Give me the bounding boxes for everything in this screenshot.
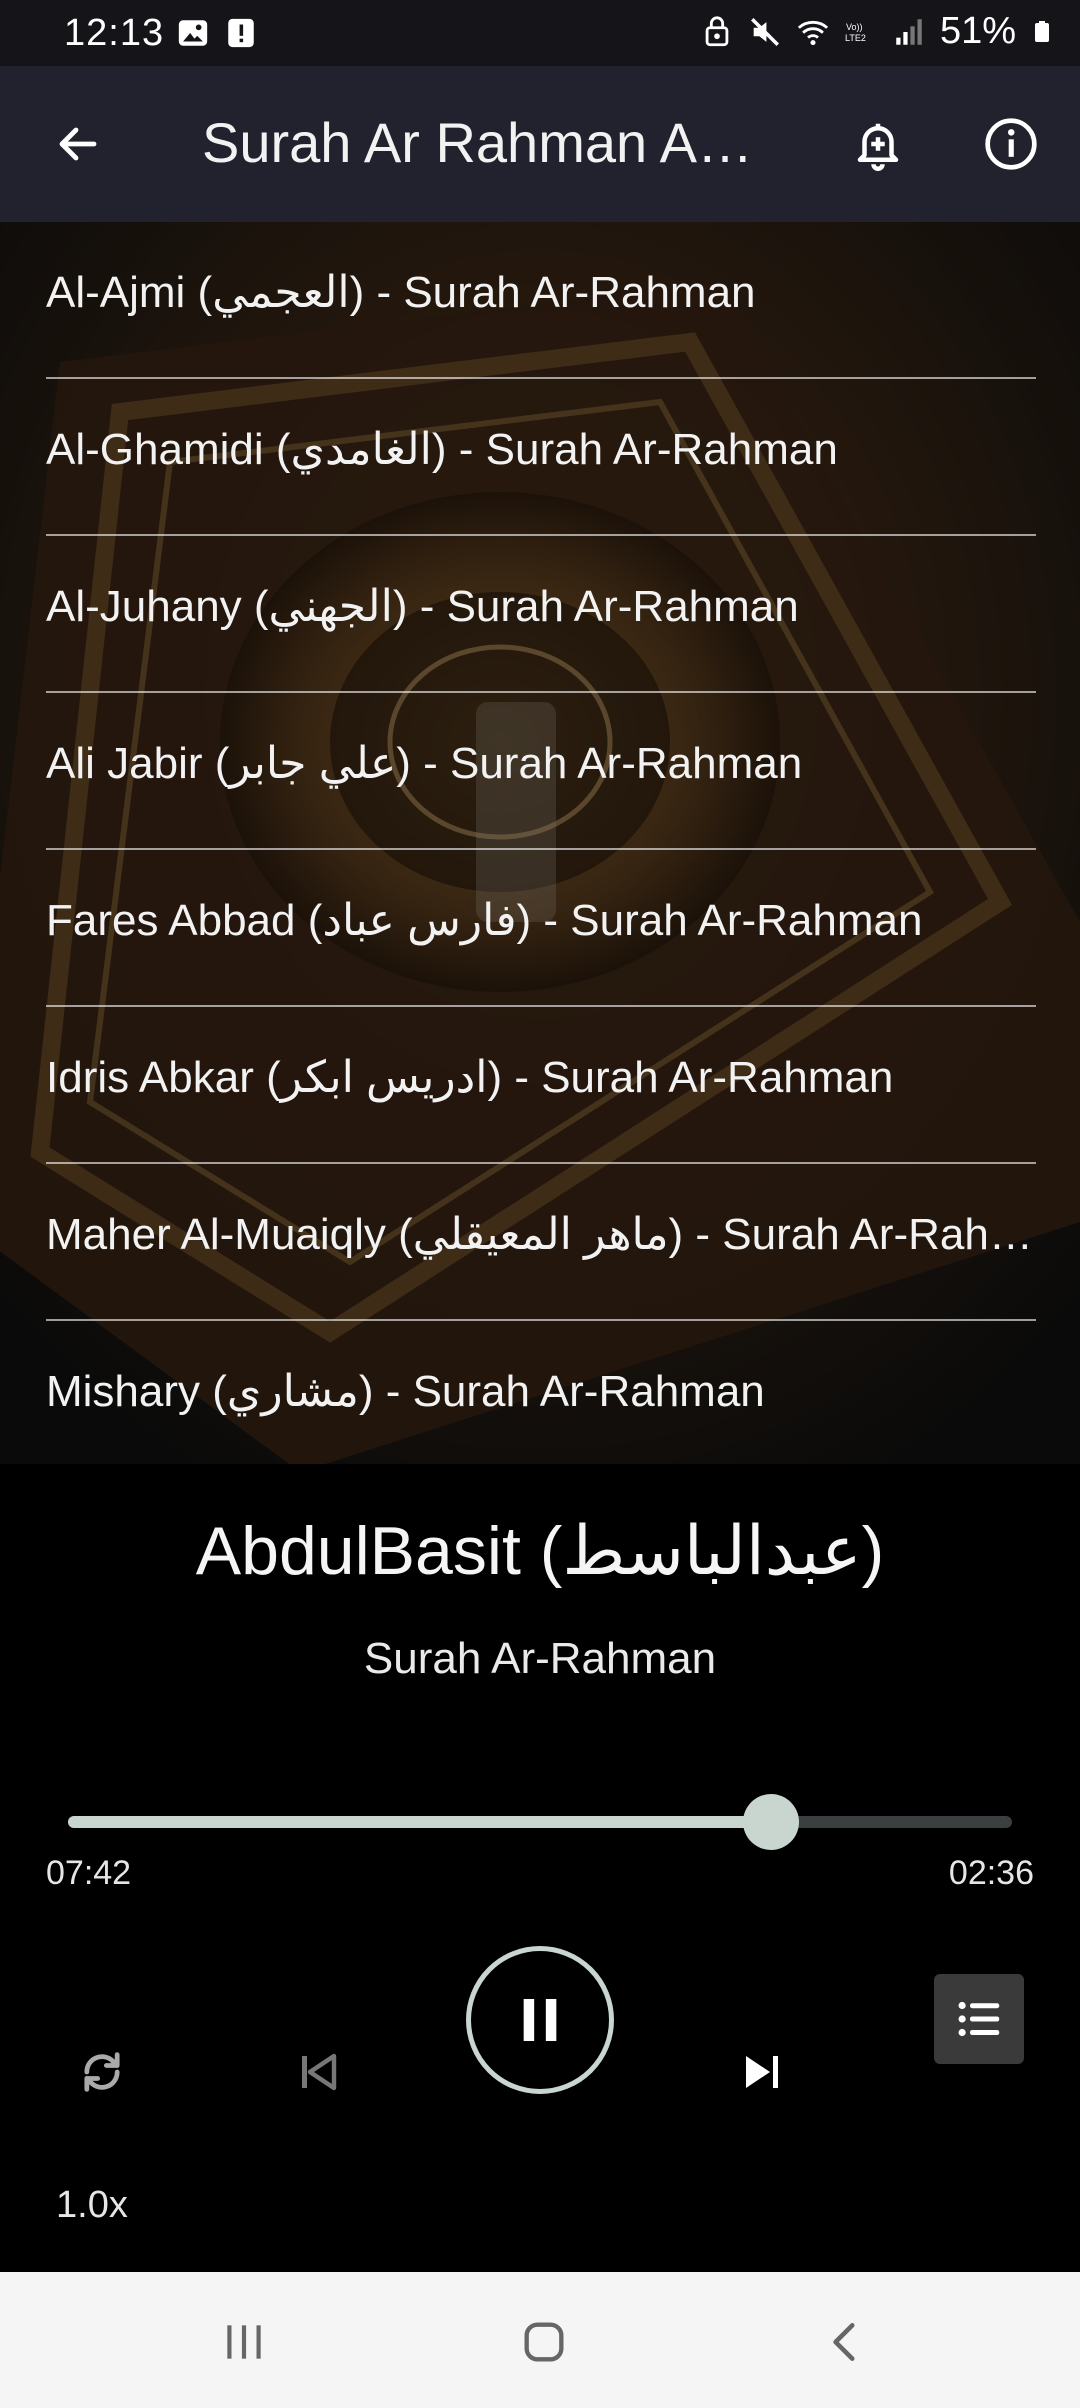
reciter-list-item[interactable]: Maher Al-Muaiqly (ماهر المعيقلي) - Surah… [46, 1164, 1036, 1321]
recent-apps-icon [227, 2325, 261, 2359]
reciter-list-section: Al-Ajmi (العجمي) - Surah Ar-Rahman Al-Gh… [0, 222, 1080, 1472]
now-playing-surah: Surah Ar-Rahman [363, 1634, 717, 1683]
app-bar: Surah Ar Rahman Au... [0, 66, 1080, 222]
audio-player: AbdulBasit (عبدالباسط) Surah Ar-Rahman 0… [0, 1464, 1080, 2272]
home-button[interactable] [484, 2302, 604, 2382]
info-button[interactable] [975, 108, 1047, 180]
repeat-icon [84, 2052, 120, 2092]
reciter-list-item[interactable]: Al-Juhany (الجهني) - Surah Ar-Rahman [46, 536, 1036, 693]
info-icon [985, 118, 1037, 170]
repeat-button[interactable] [62, 2032, 142, 2112]
reciter-list-item[interactable]: Fares Abbad (فارس عباد) - Surah Ar-Rahma… [46, 850, 1036, 1007]
playlist-icon [958, 2001, 1000, 2037]
page-title: Surah Ar Rahman Au... [202, 111, 762, 174]
status-time: 12:13 [64, 12, 165, 54]
image-icon [178, 20, 208, 46]
playback-speed[interactable]: 1.0x [56, 2184, 128, 2227]
bell-plus-icon [857, 123, 899, 171]
signal-icon [896, 18, 922, 45]
pause-button[interactable] [466, 1946, 614, 2094]
vpn-icon [705, 16, 729, 46]
wifi-icon [797, 20, 829, 45]
back-nav-button[interactable] [786, 2302, 906, 2382]
add-alarm-button[interactable] [842, 108, 914, 180]
remaining-time: 02:36 [948, 1854, 1034, 1892]
skip-next-icon [746, 2056, 778, 2088]
reciter-list-item[interactable]: Mishary (مشاري) - Surah Ar-Rahman [46, 1321, 1036, 1472]
volte-icon: Vo))LTE2 [845, 22, 866, 43]
skip-previous-icon [302, 2053, 337, 2091]
reciter-list: Al-Ajmi (العجمي) - Surah Ar-Rahman Al-Gh… [0, 222, 1080, 1464]
svg-text:Vo)): Vo)) [846, 22, 863, 32]
playlist-button[interactable] [934, 1974, 1024, 2064]
reciter-list-item[interactable]: Al-Ajmi (العجمي) - Surah Ar-Rahman [46, 222, 1036, 379]
battery-icon [1035, 20, 1049, 42]
battery-percent: 51% [939, 10, 1016, 52]
reciter-list-item[interactable]: Al-Ghamidi (الغامدي) - Surah Ar-Rahman [46, 379, 1036, 536]
next-button[interactable] [722, 2032, 802, 2112]
reciter-list-item[interactable]: Ali Jabir (علي جابر) - Surah Ar-Rahman [46, 693, 1036, 850]
elapsed-time: 07:42 [46, 1854, 132, 1892]
seek-bar-thumb[interactable] [743, 1794, 800, 1850]
system-navigation-bar [0, 2272, 1080, 2408]
mute-icon [750, 17, 779, 46]
home-icon [524, 2322, 564, 2362]
chevron-left-icon [833, 2323, 855, 2361]
arrow-left-icon [59, 127, 97, 161]
pause-icon [523, 1999, 557, 2041]
seek-bar-progress [68, 1816, 772, 1828]
status-bar: 12:13 Vo)) LTE2 51% [0, 0, 1080, 66]
reciter-list-item[interactable]: Idris Abkar (ادريس ابكر) - Surah Ar-Rahm… [46, 1007, 1036, 1164]
alert-icon [228, 18, 254, 48]
recent-apps-button[interactable] [184, 2302, 304, 2382]
back-button[interactable] [42, 108, 114, 180]
now-playing-reciter: AbdulBasit (عبدالباسط) [195, 1513, 885, 1589]
svg-text:LTE2: LTE2 [845, 33, 866, 43]
seek-bar[interactable] [68, 1794, 1012, 1850]
previous-button[interactable] [278, 2032, 358, 2112]
